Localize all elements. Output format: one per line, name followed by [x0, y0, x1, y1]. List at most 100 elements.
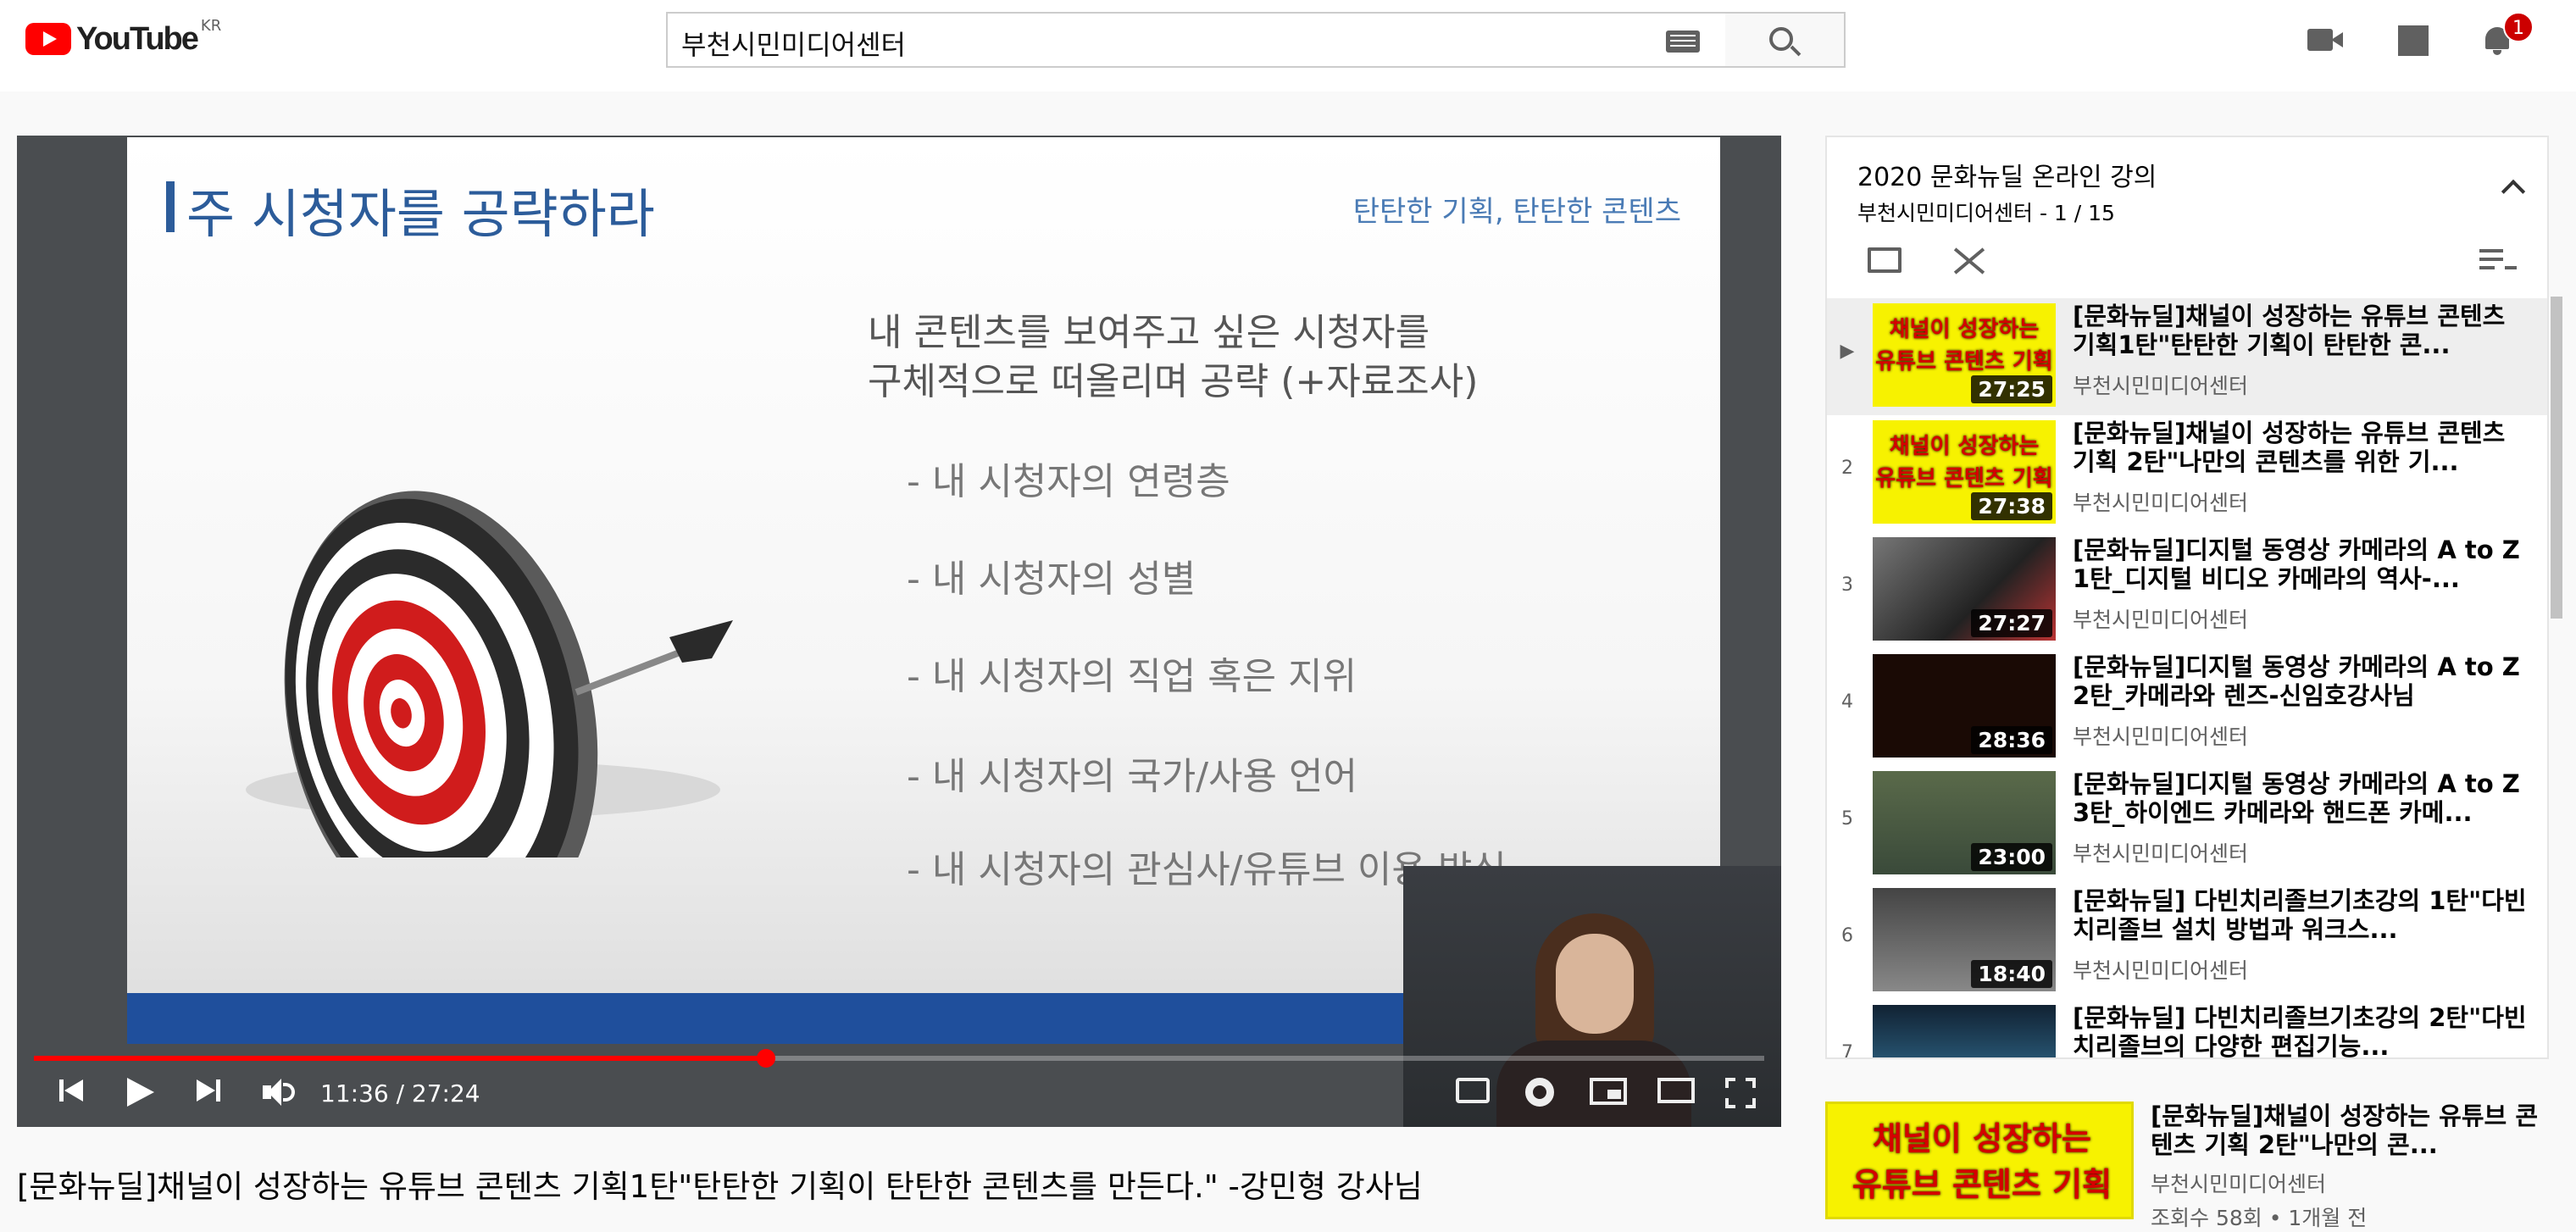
- slide-bullet: - 내 시청자의 국가/사용 언어: [907, 755, 1357, 798]
- playlist-item-channel[interactable]: 부천시민미디어센터: [2073, 837, 2530, 868]
- playlist-item-channel[interactable]: 부천시민미디어센터: [2073, 486, 2530, 517]
- playlist-meta[interactable]: 부천시민미디어센터 - 1 / 15: [1857, 197, 2115, 227]
- playlist-item-title[interactable]: [문화뉴딜]디지털 동영상 카메라의 A to Z 3탄_하이엔드 카메라와 핸…: [2073, 769, 2530, 827]
- playlist-item[interactable]: 5 23:00 [문화뉴딜]디지털 동영상 카메라의 A to Z 3탄_하이엔드 …: [1827, 766, 2547, 883]
- playlist-item[interactable]: 6 18:40 [문화뉴딜] 다빈치리졸브기초강의 1탄"다빈치리졸브 설치 방법과…: [1827, 883, 2547, 1000]
- slide-body-text: 내 콘텐츠를 보여주고 싶은 시청자를 구체적으로 떠올리며 공략 (+자료조사…: [868, 308, 1478, 407]
- search-input[interactable]: 부천시민미디어센터: [666, 12, 1727, 68]
- playlist-item-info: [문화뉴딜] 다빈치리졸브기초강의 2탄"다빈치리졸브의 다양한 편집기능...…: [2073, 1003, 2530, 1057]
- duration-badge: 18:40: [1971, 960, 2052, 988]
- save-playlist-icon[interactable]: [2479, 247, 2517, 273]
- playlist-index: 3: [1841, 574, 1853, 596]
- search-icon: [1769, 27, 1793, 51]
- next-icon[interactable]: [197, 1078, 222, 1103]
- recommended-title[interactable]: [문화뉴딜]채널이 성장하는 유튜브 콘텐츠 기획 2탄"나만의 콘...: [2151, 1102, 2540, 1159]
- subtitles-icon[interactable]: [1456, 1078, 1490, 1103]
- duration-badge: 27:27: [1971, 609, 2052, 637]
- recommended-thumbnail[interactable]: 채널이 성장하는 유튜브 콘텐츠 기획: [1825, 1102, 2134, 1219]
- playlist-item-title[interactable]: [문화뉴딜]채널이 성장하는 유튜브 콘텐츠 기획1탄"탄탄한 기획이 탄탄한 …: [2073, 302, 2530, 359]
- settings-gear-icon[interactable]: [1525, 1078, 1554, 1107]
- playlist-thumbnail[interactable]: 27:27: [1873, 537, 2056, 641]
- recommended-video[interactable]: 채널이 성장하는 유튜브 콘텐츠 기획 [문화뉴딜]채널이 성장하는 유튜브 콘…: [1825, 1102, 2554, 1230]
- slide-line-1: 내 콘텐츠를 보여주고 싶은 시청자를: [868, 311, 1430, 354]
- playlist-index: 4: [1841, 691, 1853, 713]
- country-code: KR: [200, 17, 222, 35]
- playlist-index: ▶: [1840, 341, 1855, 362]
- search-button[interactable]: [1725, 12, 1846, 68]
- playlist-item-title[interactable]: [문화뉴딜]채널이 성장하는 유튜브 콘텐츠 기획 2탄"나만의 콘텐츠를 위한…: [2073, 419, 2530, 476]
- slide-bullet: - 내 시청자의 직업 혹은 지위: [907, 655, 1357, 698]
- slide-subtitle: 탄탄한 기획, 탄탄한 콘텐츠: [1352, 195, 1681, 229]
- playlist-index: 2: [1841, 458, 1853, 479]
- playlist-item-title[interactable]: [문화뉴딜]디지털 동영상 카메라의 A to Z 2탄_카메라와 렌즈-신임호…: [2073, 652, 2530, 710]
- logo-text: YouTube: [76, 20, 199, 57]
- playlist-header: 2020 문화뉴딜 온라인 강의 부천시민미디어센터 - 1 / 15: [1827, 137, 2547, 298]
- apps-grid-icon[interactable]: [2398, 25, 2429, 56]
- playlist-item-info: [문화뉴딜]채널이 성장하는 유튜브 콘텐츠 기획 2탄"나만의 콘텐츠를 위한…: [2073, 419, 2530, 517]
- playlist-item-title[interactable]: [문화뉴딜] 다빈치리졸브기초강의 2탄"다빈치리졸브의 다양한 편집기능...: [2073, 1003, 2530, 1057]
- slide-title-bar: [166, 181, 175, 232]
- playlist-item-channel[interactable]: 부천시민미디어센터: [2073, 720, 2530, 751]
- recommended-views: 조회수 58회 • 1개월 전: [2151, 1206, 2368, 1230]
- player-controls: 11:36 / 27:24: [17, 1068, 1781, 1127]
- playlist-scrollbar[interactable]: [2551, 297, 2562, 619]
- playlist-index: 5: [1841, 808, 1853, 830]
- create-video-icon[interactable]: [2307, 29, 2343, 51]
- fullscreen-icon[interactable]: [1725, 1078, 1756, 1108]
- playlist-thumbnail[interactable]: 28:36: [1873, 654, 2056, 758]
- playlist-item-info: [문화뉴딜]디지털 동영상 카메라의 A to Z 3탄_하이엔드 카메라와 핸…: [2073, 769, 2530, 868]
- thumb-text: 채널이 성장하는: [1889, 434, 2040, 459]
- playlist-thumbnail[interactable]: 23:00: [1873, 771, 2056, 874]
- playlist-thumbnail[interactable]: 18:40: [1873, 888, 2056, 991]
- playlist-thumbnail[interactable]: [1873, 1005, 2056, 1057]
- collapse-chevron-icon[interactable]: [2501, 179, 2526, 204]
- playlist-thumbnail[interactable]: 채널이 성장하는 유튜브 콘텐츠 기획 27:25: [1873, 303, 2056, 407]
- playlist-thumbnail[interactable]: 채널이 성장하는유튜브 콘텐츠 기획 27:38: [1873, 420, 2056, 524]
- thumb-text: 채널이 성장하는: [1889, 317, 2040, 342]
- dartboard-target-icon: [246, 491, 733, 857]
- playlist-item[interactable]: 3 27:27 [문화뉴딜]디지털 동영상 카메라의 A to Z 1탄_디지털 비…: [1827, 532, 2547, 649]
- playlist-item-title[interactable]: [문화뉴딜]디지털 동영상 카메라의 A to Z 1탄_디지털 비디오 카메라…: [2073, 536, 2530, 593]
- slide-bullet: - 내 시청자의 연령층: [907, 460, 1230, 503]
- theater-mode-icon[interactable]: [1657, 1078, 1695, 1103]
- playlist-item[interactable]: 2 채널이 성장하는유튜브 콘텐츠 기획 27:38 [문화뉴딜]채널이 성장하는 유…: [1827, 415, 2547, 532]
- previous-icon[interactable]: [59, 1078, 85, 1103]
- video-player[interactable]: 주 시청자를 공략하라 탄탄한 기획, 탄탄한 콘텐츠 내 콘텐츠를 보여주고 …: [17, 136, 1781, 1127]
- youtube-play-icon: [25, 23, 71, 55]
- playlist-item[interactable]: ▶ 채널이 성장하는 유튜브 콘텐츠 기획 27:25 [문화뉴딜]채널이 성장하는 유…: [1827, 298, 2547, 415]
- recommended-channel[interactable]: 부천시민미디어센터: [2151, 1168, 2540, 1198]
- playlist-item-channel[interactable]: 부천시민미디어센터: [2073, 603, 2530, 634]
- thumb-text: 유튜브 콘텐츠 기획: [1852, 1166, 2112, 1203]
- volume-icon[interactable]: [263, 1078, 297, 1107]
- thumb-text: 유튜브 콘텐츠 기획: [1875, 466, 2053, 491]
- shuffle-icon[interactable]: [1951, 246, 1985, 276]
- miniplayer-icon[interactable]: [1590, 1078, 1627, 1105]
- playlist-item-channel[interactable]: 부천시민미디어센터: [2073, 954, 2530, 985]
- playlist-item-info: [문화뉴딜]디지털 동영상 카메라의 A to Z 2탄_카메라와 렌즈-신임호…: [2073, 652, 2530, 751]
- playlist-item[interactable]: 7 [문화뉴딜] 다빈치리졸브기초강의 2탄"다빈치리졸브의 다양한 편집기능..…: [1827, 1000, 2547, 1059]
- keyboard-icon[interactable]: [1666, 31, 1700, 53]
- progress-scrubber[interactable]: [756, 1049, 775, 1068]
- playlist-item-info: [문화뉴딜]디지털 동영상 카메라의 A to Z 1탄_디지털 비디오 카메라…: [2073, 536, 2530, 634]
- play-icon[interactable]: [127, 1078, 156, 1107]
- playlist-index: 7: [1841, 1042, 1853, 1059]
- duration-badge: 27:38: [1971, 492, 2052, 520]
- playlist-item-title[interactable]: [문화뉴딜] 다빈치리졸브기초강의 1탄"다빈치리졸브 설치 방법과 워크스..…: [2073, 886, 2530, 944]
- slide-bullet: - 내 시청자의 성별: [907, 558, 1196, 601]
- loop-icon[interactable]: [1868, 247, 1901, 273]
- playlist-index: 6: [1841, 925, 1853, 946]
- thumb-text: 유튜브 콘텐츠 기획: [1875, 349, 2053, 375]
- recommended-info: [문화뉴딜]채널이 성장하는 유튜브 콘텐츠 기획 2탄"나만의 콘... 부천…: [2151, 1102, 2540, 1232]
- playlist-item[interactable]: 4 28:36 [문화뉴딜]디지털 동영상 카메라의 A to Z 2탄_카메라와 …: [1827, 649, 2547, 766]
- playlist-title[interactable]: 2020 문화뉴딜 온라인 강의: [1857, 156, 2157, 193]
- youtube-logo[interactable]: YouTube KR: [25, 17, 222, 58]
- playlist-item-channel[interactable]: 부천시민미디어센터: [2073, 369, 2530, 400]
- duration-badge: 23:00: [1971, 843, 2052, 871]
- notification-count-badge: 1: [2503, 12, 2534, 42]
- thumb-text: 채널이 성장하는: [1873, 1120, 2091, 1157]
- time-display: 11:36 / 27:24: [320, 1079, 480, 1107]
- slide-line-2: 구체적으로 떠올리며 공략 (+자료조사): [868, 360, 1479, 403]
- progress-bar[interactable]: [34, 1049, 1764, 1068]
- playlist-item-info: [문화뉴딜] 다빈치리졸브기초강의 1탄"다빈치리졸브 설치 방법과 워크스..…: [2073, 886, 2530, 985]
- slide-title: 주 시청자를 공략하라: [186, 183, 655, 245]
